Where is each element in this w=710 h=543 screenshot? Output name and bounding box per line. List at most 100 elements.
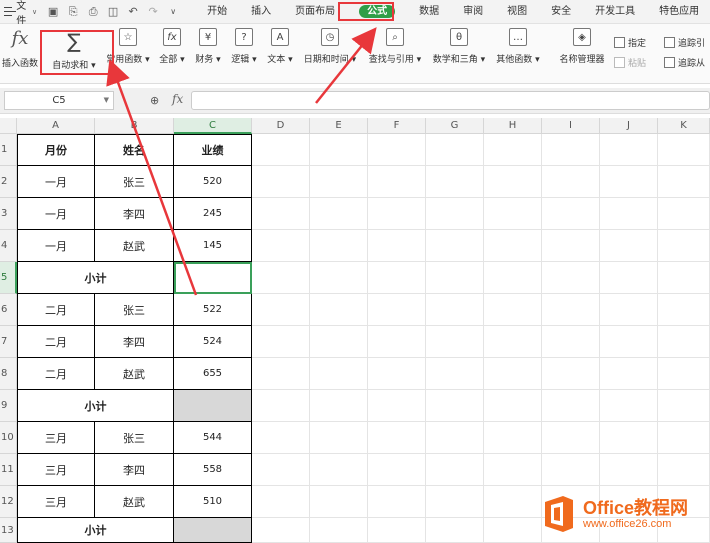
hamburger-icon[interactable] (4, 7, 17, 16)
select-all-corner[interactable] (0, 118, 17, 134)
text-button[interactable]: A 文本 ▾ (264, 28, 296, 65)
all-functions-button[interactable]: fx 全部 ▾ (156, 28, 188, 65)
zoom-icon[interactable]: ⊕ (150, 94, 159, 107)
tab-review[interactable]: 审阅 (451, 0, 495, 24)
chevron-down-icon[interactable]: ∨ (32, 8, 37, 16)
tab-developer[interactable]: 开发工具 (583, 0, 647, 24)
column-header-f[interactable]: F (368, 118, 426, 134)
row-header-9[interactable]: 9 (0, 390, 17, 422)
column-header-e[interactable]: E (310, 118, 368, 134)
row-header-11[interactable]: 11 (0, 454, 17, 486)
tab-special-apps[interactable]: 特色应用 (647, 0, 710, 24)
redo-icon[interactable]: ↷ (145, 5, 161, 18)
subtotal-label-cell[interactable]: 小计 (17, 518, 174, 543)
row-header-4[interactable]: 4 (0, 230, 17, 262)
name-cell[interactable]: 李四 (95, 198, 174, 230)
name-manager-button[interactable]: ◈ 名称管理器 (556, 28, 608, 65)
trace-precedents-button[interactable]: 追踪引 (664, 36, 705, 49)
subtotal-value-cell[interactable] (174, 390, 252, 422)
assign-button[interactable]: 指定 (614, 36, 646, 49)
name-cell[interactable]: 张三 (95, 294, 174, 326)
performance-cell[interactable]: 520 (174, 166, 252, 198)
finance-button[interactable]: ¥ 财务 ▾ (192, 28, 224, 65)
row-header-1[interactable]: 1 (0, 134, 17, 166)
trace-dependents-button[interactable]: 追踪从 (664, 56, 705, 69)
logic-button[interactable]: ? 逻辑 ▾ (228, 28, 260, 65)
math-button[interactable]: θ 数学和三角 ▾ (430, 28, 488, 65)
performance-cell[interactable]: 524 (174, 326, 252, 358)
more-icon[interactable]: ∨ (165, 7, 181, 16)
column-header-h[interactable]: H (484, 118, 542, 134)
row-header-12[interactable]: 12 (0, 486, 17, 518)
column-header-i[interactable]: I (542, 118, 600, 134)
tab-security[interactable]: 安全 (539, 0, 583, 24)
performance-cell[interactable]: 510 (174, 486, 252, 518)
preview-icon[interactable]: ◫ (105, 5, 121, 18)
month-cell[interactable]: 三月 (17, 486, 95, 518)
row-header-13[interactable]: 13 (0, 518, 17, 543)
active-cell-c5[interactable] (174, 262, 252, 294)
tab-data[interactable]: 数据 (407, 0, 451, 24)
subtotal-value-cell[interactable] (174, 518, 252, 543)
name-cell[interactable]: 赵武 (95, 486, 174, 518)
header-cell-month[interactable]: 月份 (17, 134, 95, 166)
row-header-7[interactable]: 7 (0, 326, 17, 358)
header-cell-name[interactable]: 姓名 (95, 134, 174, 166)
paste-button[interactable]: 粘贴 (614, 56, 646, 69)
row-header-5[interactable]: 5 (0, 262, 17, 294)
month-cell[interactable]: 一月 (17, 230, 95, 262)
performance-cell[interactable]: 655 (174, 358, 252, 390)
month-cell[interactable]: 二月 (17, 326, 95, 358)
file-menu[interactable]: 文件 (16, 0, 30, 27)
tab-view[interactable]: 视图 (495, 0, 539, 24)
row-header-2[interactable]: 2 (0, 166, 17, 198)
name-box[interactable]: C5 ▼ (4, 91, 114, 110)
column-header-c[interactable]: C (174, 118, 252, 134)
row-header-10[interactable]: 10 (0, 422, 17, 454)
subtotal-label-cell[interactable]: 小计 (17, 390, 174, 422)
export-icon[interactable]: ⎘ (65, 5, 81, 19)
column-header-a[interactable]: A (17, 118, 95, 134)
month-cell[interactable]: 三月 (17, 422, 95, 454)
tab-insert[interactable]: 插入 (239, 0, 283, 24)
undo-icon[interactable]: ↶ (125, 5, 141, 18)
month-cell[interactable]: 二月 (17, 294, 95, 326)
name-cell[interactable]: 赵武 (95, 358, 174, 390)
name-cell[interactable]: 李四 (95, 326, 174, 358)
fx-icon[interactable]: fx (172, 92, 183, 106)
month-cell[interactable]: 二月 (17, 358, 95, 390)
month-cell[interactable]: 三月 (17, 454, 95, 486)
row-header-8[interactable]: 8 (0, 358, 17, 390)
insert-function-button[interactable]: fx 插入函数 (0, 28, 40, 69)
header-cell-performance[interactable]: 业绩 (174, 134, 252, 166)
row-header-3[interactable]: 3 (0, 198, 17, 230)
column-header-g[interactable]: G (426, 118, 484, 134)
column-header-k[interactable]: K (658, 118, 710, 134)
performance-cell[interactable]: 522 (174, 294, 252, 326)
performance-cell[interactable]: 558 (174, 454, 252, 486)
name-cell[interactable]: 张三 (95, 422, 174, 454)
column-header-j[interactable]: J (600, 118, 658, 134)
performance-cell[interactable]: 245 (174, 198, 252, 230)
assign-label: 指定 (628, 39, 647, 49)
month-cell[interactable]: 一月 (17, 166, 95, 198)
name-cell[interactable]: 赵武 (95, 230, 174, 262)
print-icon[interactable]: ⎙ (85, 5, 101, 19)
save-icon[interactable]: ▣ (45, 5, 61, 18)
performance-cell[interactable]: 544 (174, 422, 252, 454)
month-cell[interactable]: 一月 (17, 198, 95, 230)
subtotal-label-cell[interactable]: 小计 (17, 262, 174, 294)
name-cell[interactable]: 李四 (95, 454, 174, 486)
name-cell[interactable]: 张三 (95, 166, 174, 198)
other-functions-button[interactable]: … 其他函数 ▾ (494, 28, 542, 65)
datetime-button[interactable]: ◷ 日期和时间 ▾ (300, 28, 360, 65)
row-header-6[interactable]: 6 (0, 294, 17, 326)
formula-input[interactable] (191, 91, 710, 110)
column-header-d[interactable]: D (252, 118, 310, 134)
column-header-b[interactable]: B (95, 118, 174, 134)
text-label: 文本 ▾ (267, 55, 293, 65)
lookup-button[interactable]: ⌕ 查找与引用 ▾ (366, 28, 424, 65)
trace-precedents-label: 追踪引 (678, 39, 706, 49)
tab-home[interactable]: 开始 (195, 0, 239, 24)
performance-cell[interactable]: 145 (174, 230, 252, 262)
